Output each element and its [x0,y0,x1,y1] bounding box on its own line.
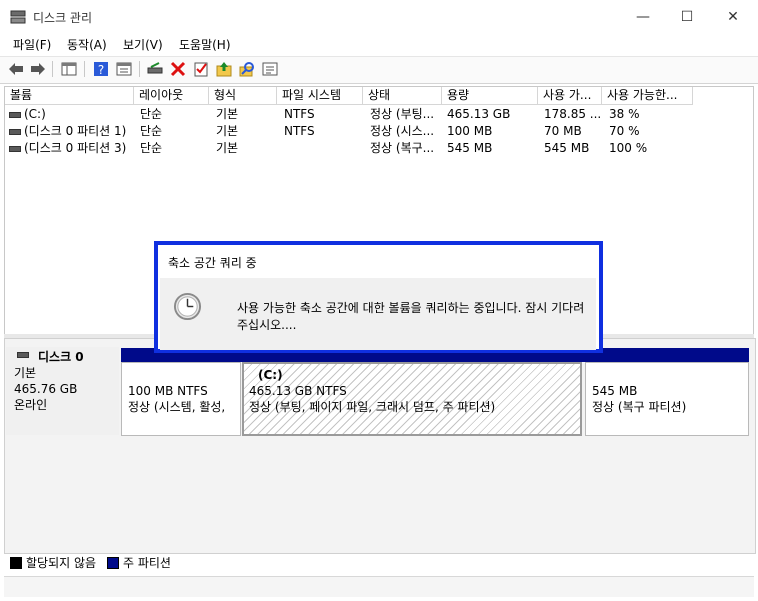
partition-3-status: 정상 (복구 파티션) [592,400,687,414]
table-cell-type: 기본 [216,107,239,121]
partition-c-size: 465.13 GB NTFS [249,384,347,398]
table-row-volume-name[interactable]: (C:) [24,106,132,123]
legend-unallocated-label: 할당되지 않음 [26,556,97,570]
disk-name: 디스크 0 [38,350,84,364]
partition-c-label: (C:) [258,368,283,382]
partition-3-size: 545 MB [592,384,638,398]
table-cell-status: 정상 (부팅... [370,107,435,121]
menu-view[interactable]: 보기(V) [123,36,163,53]
connect-disk-icon[interactable] [146,60,164,78]
column-header-status[interactable]: 상태 [363,87,442,105]
table-cell-layout: 단순 [140,141,163,155]
back-arrow-icon[interactable] [7,60,25,78]
legend-primary-swatch [107,557,119,569]
dialog-message: 사용 가능한 축소 공간에 대한 볼륨을 쿼리하는 중입니다. 잠시 기다려 주… [237,301,585,332]
status-bar [4,576,754,597]
table-cell-status: 정상 (시스... [370,124,435,138]
column-header-percent-free[interactable]: 사용 가능한... [602,87,693,105]
disk-management-app-icon [10,10,26,24]
menu-bar [0,34,758,56]
disk-type: 기본 [14,366,37,380]
volume-icon [9,129,21,135]
table-cell-filesystem: NTFS [284,107,315,121]
column-header-free-space[interactable]: 사용 가... [538,87,602,105]
column-header-layout[interactable]: 레이아웃 [134,87,209,105]
table-cell-type: 기본 [216,141,239,155]
table-cell-capacity: 100 MB [447,124,493,138]
table-cell-status: 정상 (복구... [370,141,435,155]
legend-primary-label: 주 파티션 [123,556,171,570]
clock-icon [173,292,202,321]
disk-state: 온라인 [14,398,48,412]
volume-icon [9,112,21,118]
table-cell-capacity: 465.13 GB [447,107,511,121]
disk-size: 465.76 GB [14,382,78,396]
close-button[interactable]: ✕ [710,0,756,34]
table-cell-layout: 단순 [140,124,163,138]
column-header-filesystem[interactable]: 파일 시스템 [277,87,363,105]
minimize-button[interactable]: — [620,0,666,34]
table-row-volume-name[interactable]: (디스크 0 파티션 3) [24,140,134,157]
table-cell-free-space: 178.85 ... [544,107,602,121]
properties-icon[interactable] [115,60,133,78]
menu-file[interactable]: 파일(F) [13,36,51,53]
table-cell-filesystem: NTFS [284,124,315,138]
table-cell-percent-free: 100 % [609,141,648,155]
column-header-type[interactable]: 형식 [209,87,277,105]
console-tree-icon[interactable] [60,60,78,78]
delete-icon[interactable] [169,60,187,78]
table-cell-free-space: 545 MB [544,141,590,155]
toolbar-separator [139,61,140,77]
toolbar-separator [52,61,53,77]
column-header-volume[interactable]: 볼륨 [5,87,134,105]
table-row-volume-name[interactable]: (디스크 0 파티션 1) [24,123,134,140]
window-title: 디스크 관리 [33,11,93,25]
partition-c-status: 정상 (부팅, 페이지 파일, 크래시 덤프, 주 파티션) [249,400,496,414]
search-icon[interactable] [238,60,256,78]
table-cell-layout: 단순 [140,107,163,121]
partition-1-size: 100 MB NTFS [128,384,208,398]
maximize-button[interactable]: ☐ [664,0,710,34]
partition-1-status: 정상 (시스템, 활성, [128,400,226,414]
menu-help[interactable]: 도움말(H) [179,36,231,53]
help-icon[interactable]: ? [92,60,110,78]
column-header-capacity[interactable]: 용량 [442,87,538,105]
toolbar-separator [84,61,85,77]
svg-text:?: ? [98,63,104,77]
table-cell-type: 기본 [216,124,239,138]
settings-list-icon[interactable] [261,60,279,78]
table-cell-capacity: 545 MB [447,141,493,155]
table-cell-percent-free: 70 % [609,124,640,138]
checklist-icon[interactable] [192,60,210,78]
dialog-title: 축소 공간 쿼리 중 [168,256,257,270]
volume-icon [9,146,21,152]
toolbar [0,56,758,84]
table-cell-free-space: 70 MB [544,124,582,138]
menu-action[interactable]: 동작(A) [67,36,107,53]
forward-arrow-icon[interactable] [29,60,47,78]
table-cell-percent-free: 38 % [609,107,640,121]
disk-icon [17,352,29,358]
folder-up-icon[interactable] [215,60,233,78]
legend-unallocated-swatch [10,557,22,569]
